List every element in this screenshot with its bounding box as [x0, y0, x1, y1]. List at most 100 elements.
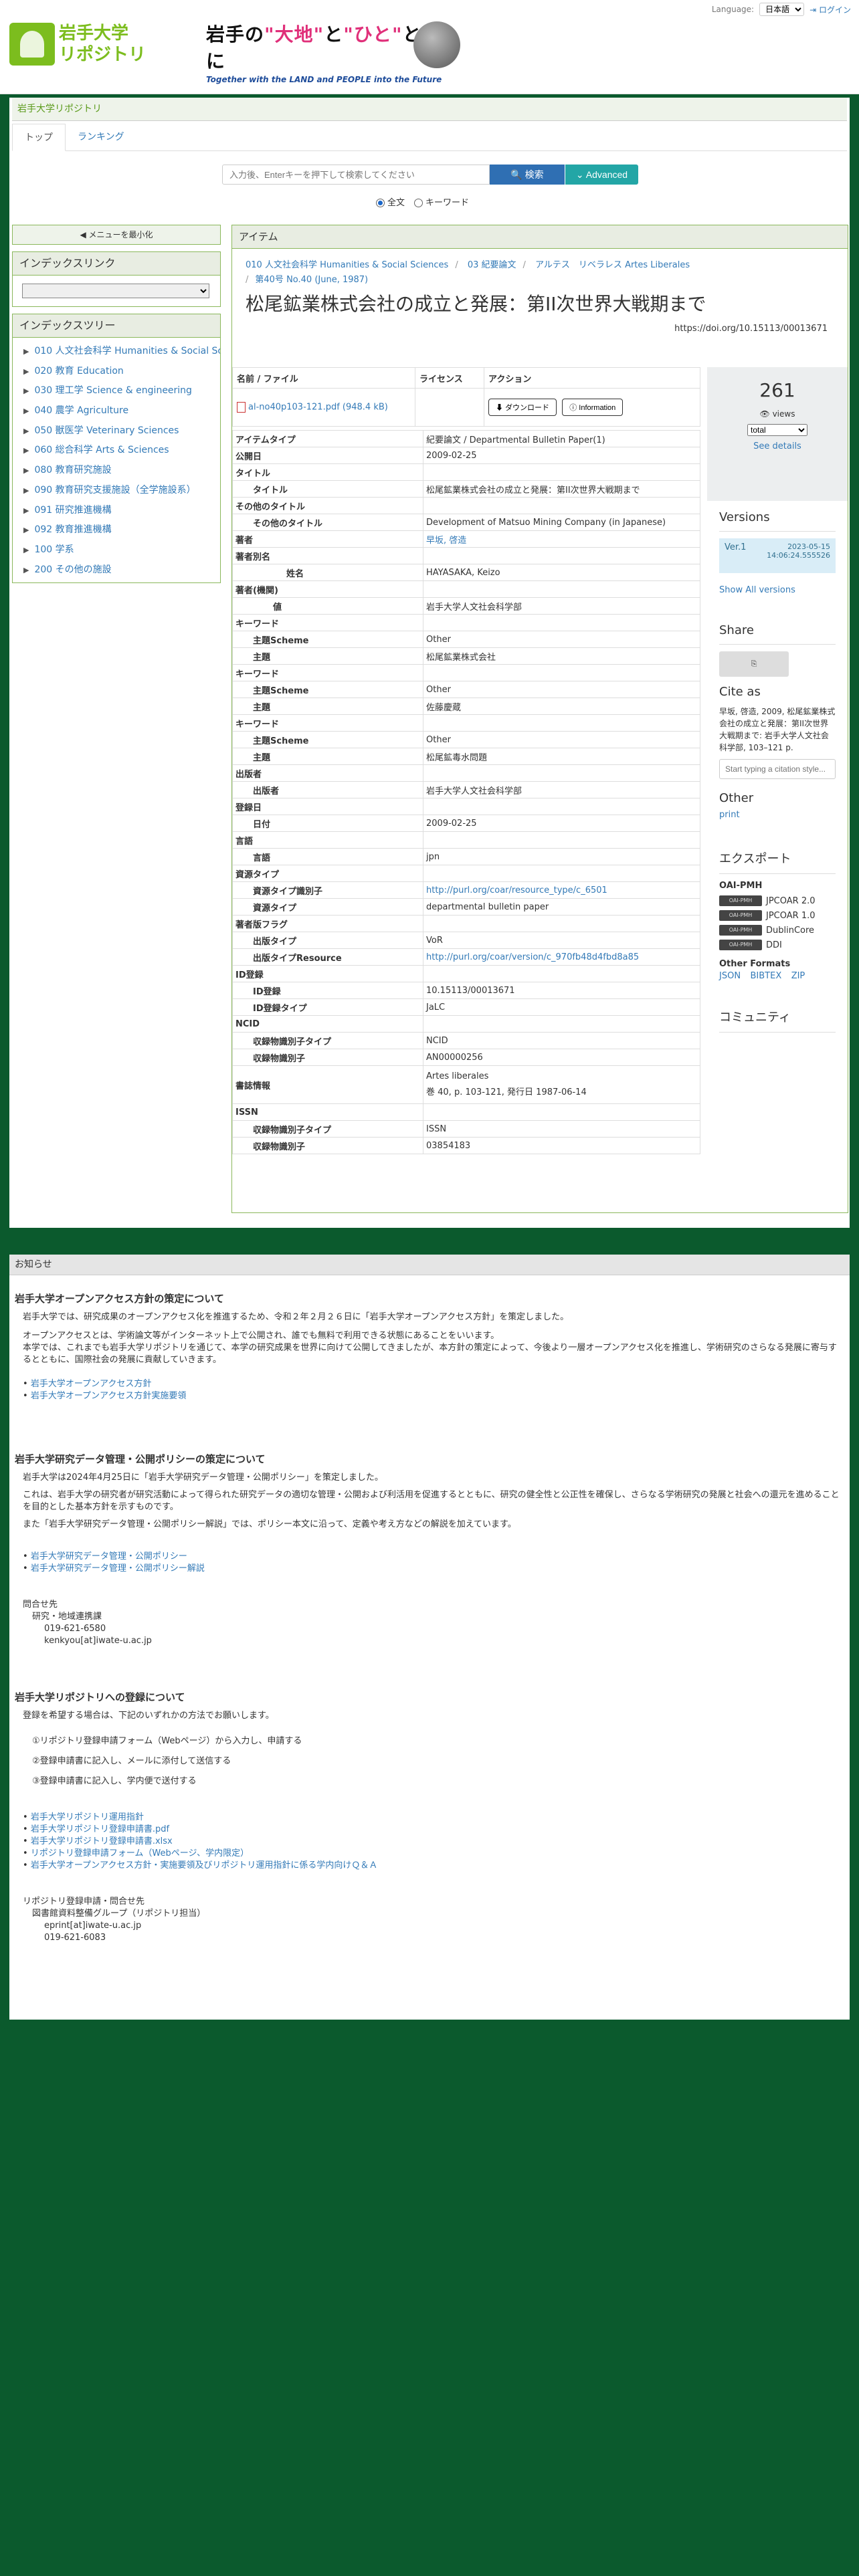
export-json-link[interactable]: JSON [719, 971, 741, 981]
version-number[interactable]: Ver.1 [725, 542, 746, 569]
search-option-fulltext[interactable]: 全文 [376, 195, 405, 208]
metadata-key: ID登録タイプ [232, 998, 423, 1016]
file-row: al-no40p103-121.pdf (948.4 kB) ⬇ ダウンロード … [232, 388, 700, 427]
news-link[interactable]: 岩手大学研究データ管理・公開ポリシー [31, 1551, 187, 1562]
tree-item[interactable]: ▶ 060 総合科学 Arts & Sciences [13, 441, 220, 461]
item-panel: アイテム 010 人文社会科学 Humanities & Social Scie… [231, 225, 848, 1307]
right-column: 261 👁 views total See details Versions V… [707, 367, 848, 1039]
metadata-row: 主題 松尾鉱業株式会社 [232, 647, 700, 665]
metadata-row: 日付 2009-02-25 [232, 815, 700, 832]
tree-item[interactable]: ▶ 200 その他の施設 [13, 560, 220, 580]
news-link[interactable]: 岩手大学リポジトリ登録申請書.xlsx [31, 1836, 173, 1846]
tree-item[interactable]: ▶ 020 教育 Education [13, 362, 220, 382]
oai-export-item[interactable]: OAI-PMH JPCOAR 2.0 [719, 893, 836, 908]
metadata-value: 岩手大学人文社会科学部 [423, 781, 700, 798]
metadata-key: キーワード [232, 664, 423, 681]
metadata-value: 紀要論文 / Departmental Bulletin Paper(1) [423, 430, 700, 447]
tab-ranking[interactable]: ランキング [66, 124, 136, 150]
news-link[interactable]: 岩手大学リポジトリ運用指針 [31, 1812, 144, 1822]
tree-item[interactable]: ▶010 人文社会科学 Humanities & Social Sciences [13, 342, 220, 362]
see-details-link[interactable]: See details [707, 441, 848, 451]
oai-export-item[interactable]: OAI-PMH DublinCore [719, 923, 836, 938]
metadata-row: 姓名 HAYASAKA, Keizo [232, 564, 700, 581]
metadata-value: 岩手大学人文社会科学部 [423, 597, 700, 615]
contact-email: eprint[at]iwate-u.ac.jp [44, 1921, 142, 1931]
version-entry[interactable]: Ver.1 2023-05-15 14:06:24.555526 [719, 538, 836, 573]
cite-section: Cite as 早坂, 啓造, 2009, 松尾鉱業株式会社の成立と発展：第II… [707, 685, 848, 779]
tree-item[interactable]: ▶ 092 教育推進機構 [13, 520, 220, 540]
search-input[interactable] [222, 165, 490, 185]
metadata-value: NCID [423, 1032, 700, 1049]
metadata-row: 資源タイプ [232, 865, 700, 882]
export-zip-link[interactable]: ZIP [791, 971, 805, 981]
news-link[interactable]: 岩手大学研究データ管理・公開ポリシー解説 [31, 1564, 205, 1574]
metadata-key: 姓名 [232, 564, 423, 581]
news-link[interactable]: 岩手大学リポジトリ登録申請書.pdf [31, 1824, 169, 1834]
banner-tagline: Together with the LAND and PEOPLE into t… [206, 75, 442, 84]
information-button[interactable]: ⓘ Information [562, 399, 624, 416]
metadata-value: Other [423, 731, 700, 748]
search-option-keyword[interactable]: キーワード [414, 195, 469, 208]
contact-label: 問合せ先 [23, 1600, 58, 1610]
metadata-row: 出版者 岩手大学人文社会科学部 [232, 781, 700, 798]
tree-item[interactable]: ▶ 091 研究推進機構 [13, 501, 220, 521]
language-select[interactable]: 日本語 [759, 3, 805, 16]
show-all-versions-link[interactable]: Show All versions [719, 585, 795, 595]
advanced-search-button[interactable]: ⌄ Advanced [565, 165, 638, 185]
collapse-menu-button[interactable]: ◀ メニューを最小化 [12, 225, 221, 245]
metadata-value-link[interactable]: http://purl.org/coar/resource_type/c_650… [423, 881, 700, 899]
print-link[interactable]: print [719, 810, 740, 820]
tree-item[interactable]: ▶ 050 獣医学 Veterinary Sciences [13, 421, 220, 441]
login-link[interactable]: ⇥ ログイン [809, 4, 851, 15]
news-link[interactable]: 岩手大学オープンアクセス方針・実施要領及びリポジトリ運用指針に係る学内向けＱ＆Ａ [31, 1860, 378, 1870]
metadata-key: 資源タイプ [232, 898, 423, 916]
metadata-row: その他のタイトル Development of Matsuo Mining Com… [232, 514, 700, 531]
repository-logo[interactable]: 岩手大学 リポジトリ [9, 23, 146, 66]
logo-mark-icon [9, 23, 55, 66]
news-body: 岩手大学オープンアクセス方針の策定について 岩手大学では、研究成果のオープンアク… [9, 1293, 850, 1944]
breadcrumb-item[interactable]: 03 紀要論文 [468, 260, 516, 270]
oai-pmh-badge-icon: OAI-PMH [719, 910, 762, 921]
metadata-value-link[interactable]: 早坂, 啓造 [423, 530, 700, 548]
tree-item[interactable]: ▶ 080 教育研究施設 [13, 461, 220, 481]
share-title: Share [719, 623, 754, 637]
citation-style-input[interactable] [719, 759, 836, 779]
tree-item[interactable]: ▶ 030 理工学 Science & engineering [13, 381, 220, 401]
metadata-value: Development of Matsuo Mining Company (in… [423, 514, 700, 531]
files-table: 名前 / ファイル ライセンス アクション al-no40p103-121.pd… [232, 367, 700, 427]
search-button[interactable]: 🔍 検索 [490, 165, 565, 185]
tree-item[interactable]: ▶ 100 学系 [13, 540, 220, 560]
breadcrumb-item[interactable]: 第40号 No.40 (June, 1987) [255, 275, 368, 285]
metadata-value-link[interactable]: http://purl.org/coar/version/c_970fb48d4… [423, 948, 700, 966]
radio-keyword[interactable] [414, 199, 423, 207]
download-button[interactable]: ⬇ ダウンロード [488, 399, 557, 416]
share-button[interactable]: ⎘ [719, 651, 789, 677]
period-select[interactable]: total [747, 424, 807, 436]
index-link-select[interactable] [22, 284, 209, 298]
oai-pmh-badge-icon: OAI-PMH [719, 925, 762, 936]
metadata-row: 収録物識別子タイプ NCID [232, 1032, 700, 1049]
tree-item[interactable]: ▶ 090 教育研究支援施設（全学施設系） [13, 481, 220, 501]
news-link[interactable]: リポジトリ登録申請フォーム（Webページ、学内限定） [31, 1848, 249, 1858]
eye-icon: 👁 [759, 409, 770, 419]
metadata-row: 主題 松尾鉱毒水問題 [232, 748, 700, 765]
file-link[interactable]: al-no40p103-121.pdf (948.4 kB) [248, 403, 388, 413]
caret-right-icon: ▶ [23, 446, 29, 455]
repository-title-bar[interactable]: 岩手大学リポジトリ [12, 98, 847, 121]
oai-export-item[interactable]: OAI-PMH DDI [719, 938, 836, 952]
metadata-value: jpn [423, 848, 700, 865]
news-paragraph: 登録を希望する場合は、下記のいずれかの方法でお願いします。 [23, 1711, 274, 1721]
metadata-key: ID登録 [232, 982, 423, 999]
doi-link[interactable]: https://doi.org/10.15113/00013671 [232, 324, 828, 334]
oai-export-item[interactable]: OAI-PMH JPCOAR 1.0 [719, 908, 836, 923]
news-link[interactable]: 岩手大学オープンアクセス方針 [31, 1379, 152, 1389]
breadcrumb-item[interactable]: アルテス リベラレス Artes Liberales [535, 260, 690, 270]
metadata-row: ID登録タイプ JaLC [232, 998, 700, 1016]
export-bibtex-link[interactable]: BIBTEX [751, 971, 782, 981]
language-label: Language: [711, 5, 755, 14]
breadcrumb-item[interactable]: 010 人文社会科学 Humanities & Social Sciences [246, 260, 448, 270]
tab-top[interactable]: トップ [12, 124, 66, 151]
news-link[interactable]: 岩手大学オープンアクセス方針実施要領 [31, 1391, 187, 1401]
radio-fulltext[interactable] [376, 199, 385, 207]
tree-item[interactable]: ▶ 040 農学 Agriculture [13, 401, 220, 421]
